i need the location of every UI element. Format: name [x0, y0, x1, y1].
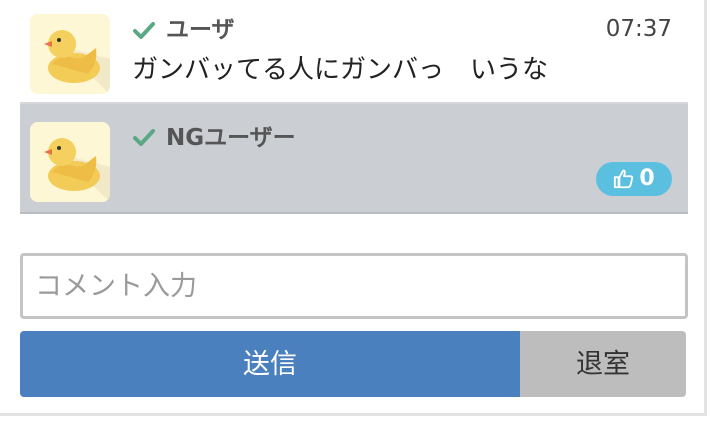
comment-username: NGユーザー: [166, 125, 296, 151]
duck-avatar-icon: [30, 14, 110, 94]
comment-username: ユーザ: [166, 17, 235, 43]
thumbs-up-icon: [614, 169, 634, 189]
comment-input[interactable]: [20, 253, 688, 319]
comment-item: ユーザ 07:37 ガンバッてる人にガンバっ いうな: [20, 0, 688, 104]
like-button[interactable]: 0: [596, 162, 672, 196]
send-button[interactable]: 送信: [20, 331, 520, 397]
duck-avatar-icon: [30, 122, 110, 202]
comment-item-highlighted: NGユーザー 0: [20, 104, 688, 214]
comment-timestamp: 07:37: [605, 16, 672, 42]
checkmark-icon: [133, 129, 155, 146]
comment-text: ガンバッてる人にガンバっ いうな: [132, 55, 549, 85]
comment-panel: ユーザ 07:37 ガンバッてる人にガンバっ いうな NGユーザー 0 コメント…: [0, 0, 707, 416]
leave-room-button[interactable]: 退室: [520, 331, 686, 397]
checkmark-icon: [133, 22, 155, 39]
like-count: 0: [639, 166, 655, 191]
